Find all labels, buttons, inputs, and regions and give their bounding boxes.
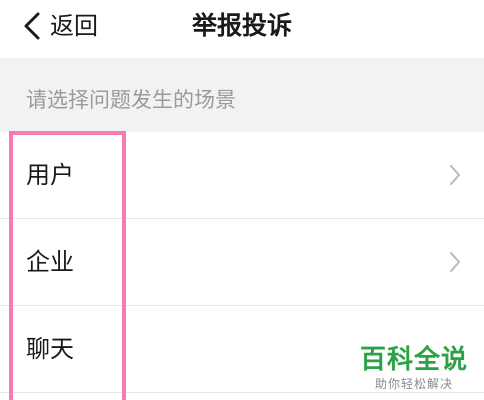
list-item-enterprise[interactable]: 企业: [0, 219, 484, 306]
list-item-label: 聊天: [26, 335, 74, 363]
nav-bar: 返回 举报投诉: [0, 0, 484, 58]
watermark: 百科全说 助你轻松解决: [358, 344, 470, 392]
chevron-right-icon: [450, 252, 460, 272]
report-complaint-screen: 返回 举报投诉 请选择问题发生的场景 用户 企业 聊天 百科全说 助你轻松解决: [0, 0, 484, 400]
page-title: 举报投诉: [191, 11, 292, 40]
list-item-label: 企业: [26, 248, 74, 276]
watermark-subtitle: 助你轻松解决: [374, 377, 453, 391]
chevron-right-icon: [450, 165, 460, 185]
watermark-title: 百科全说: [359, 345, 468, 375]
section-header-text: 请选择问题发生的场景: [26, 88, 236, 112]
list-item-label: 用户: [26, 161, 74, 189]
section-header: 请选择问题发生的场景: [0, 58, 484, 132]
list-item-user[interactable]: 用户: [0, 132, 484, 219]
